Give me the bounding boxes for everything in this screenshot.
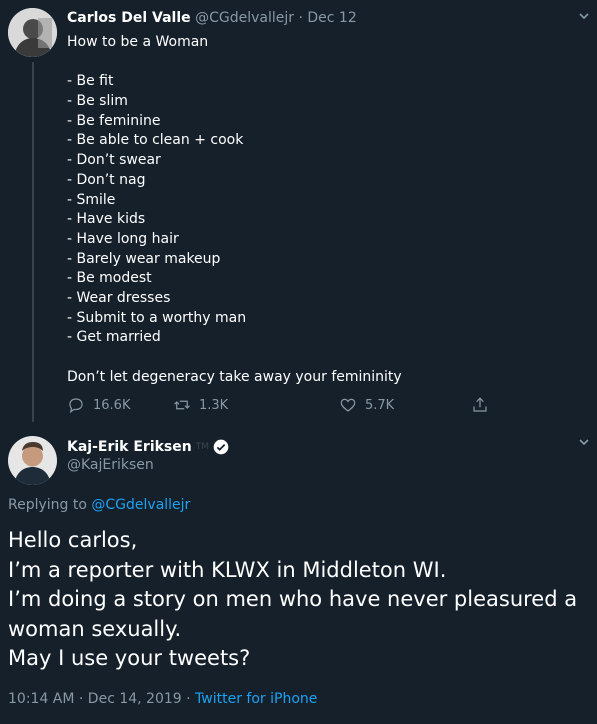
tweet-line: I’m a reporter with KLWX in Middleton WI…	[8, 557, 447, 582]
retweet-icon	[174, 400, 190, 410]
avatar-kaj-erik[interactable]	[8, 436, 57, 485]
tweet-source[interactable]: Twitter for iPhone	[195, 691, 317, 707]
tweet1-action-bar: 16.6K 1.3K 5.7K	[67, 396, 507, 418]
verified-badge-icon	[213, 439, 229, 455]
tweet-line: - Be feminine	[67, 112, 161, 129]
tweet-line: - Don’t nag	[67, 171, 146, 188]
chevron-down-icon[interactable]	[578, 436, 590, 452]
tweet-line: woman sexually.	[8, 616, 182, 641]
reply-count: 16.6K	[93, 397, 131, 413]
share-icon	[473, 397, 487, 412]
avatar-photo-carlos	[8, 8, 57, 57]
tweet1-text: How to be a Woman - Be fit - Be slim - B…	[67, 33, 577, 387]
author-name[interactable]: Carlos Del Valle	[67, 10, 191, 26]
heart-icon	[340, 398, 356, 412]
replying-to-label: Replying to	[8, 497, 87, 513]
retweet-count: 1.3K	[199, 397, 229, 413]
tweet-line: - Submit to a worthy man	[67, 309, 247, 326]
reply-button[interactable]: 16.6K	[67, 396, 130, 414]
tweet-line: - Get married	[67, 329, 161, 346]
tweet1-header: Carlos Del Valle @CGdelvallejr · Dec 12	[67, 10, 357, 26]
tweet2-text: Hello carlos, I’m a reporter with KLWX i…	[8, 526, 593, 674]
separator-dot: ·	[298, 10, 303, 26]
chevron-down-icon[interactable]	[578, 10, 590, 26]
tweet-line: - Be fit	[67, 73, 114, 90]
replying-to-mention[interactable]: @CGdelvallejr	[91, 497, 190, 513]
speech-bubble-icon	[69, 398, 83, 414]
tweet-line: Hello carlos,	[8, 528, 138, 552]
avatar-carlos[interactable]	[8, 8, 57, 57]
tweet-line: - Have kids	[67, 211, 146, 228]
tweet-line	[67, 348, 577, 368]
tweet-line: - Don’t swear	[67, 152, 161, 169]
original-tweet[interactable]: Carlos Del Valle @CGdelvallejr · Dec 12 …	[0, 0, 597, 426]
tweet-line: May I use your tweets?	[8, 646, 251, 670]
author-handle[interactable]: @CGdelvallejr	[195, 10, 294, 26]
author-name[interactable]: Kaj-Erik Eriksen	[67, 439, 192, 455]
tweet-line: I’m doing a story on men who have never …	[8, 587, 578, 611]
tweet-meta: 10:14 AM · Dec 14, 2019 · Twitter for iP…	[8, 691, 317, 707]
tweet-line: How to be a Woman	[67, 34, 209, 50]
like-button[interactable]: 5.7K	[339, 396, 394, 414]
tweet2-header: Kaj-Erik Eriksen TM @KajEriksen	[67, 439, 229, 473]
tweet-line	[67, 53, 577, 73]
tweet-date[interactable]: Dec 12	[307, 10, 356, 26]
avatar-photo-kaj-erik	[8, 436, 57, 485]
tweet-line: - Be slim	[67, 93, 128, 110]
tweet-line: - Barely wear makeup	[67, 250, 221, 267]
tweet-line: Don’t let degeneracy take away your femi…	[67, 368, 402, 385]
tweet-timestamp[interactable]: 10:14 AM · Dec 14, 2019 ·	[8, 691, 191, 707]
replying-to: Replying to @CGdelvallejr	[8, 497, 190, 513]
tweet-line: - Have long hair	[67, 230, 179, 247]
tweet-line: - Wear dresses	[67, 289, 171, 306]
author-handle[interactable]: @KajEriksen	[67, 457, 229, 473]
trademark-label: TM	[195, 442, 209, 452]
tweet-line: - Be able to clean + cook	[67, 132, 244, 149]
retweet-button[interactable]: 1.3K	[173, 396, 228, 414]
tweet-line: - Be modest	[67, 270, 152, 287]
like-count: 5.7K	[365, 397, 395, 413]
tweet-line: - Smile	[67, 191, 116, 208]
share-button[interactable]	[471, 396, 489, 414]
thread-connector-line	[32, 62, 34, 422]
